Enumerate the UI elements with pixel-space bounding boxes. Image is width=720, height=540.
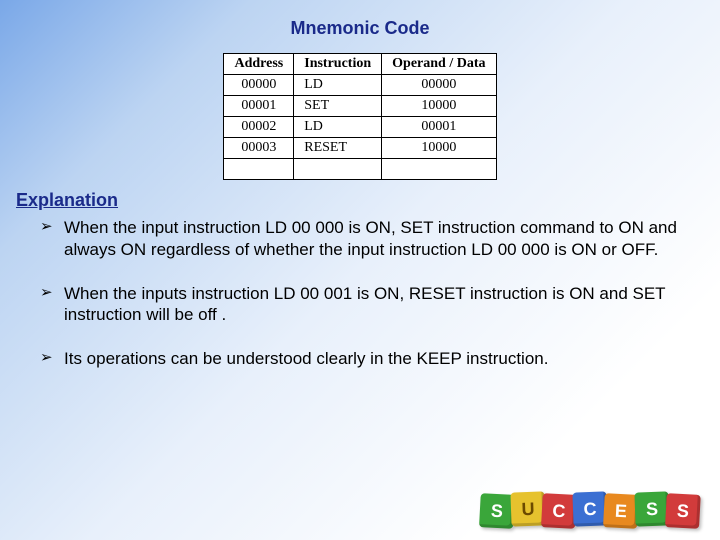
block-letter: E	[603, 493, 639, 529]
table-row: 00002 LD 00001	[224, 117, 496, 138]
table-row	[224, 159, 496, 180]
cell-address: 00000	[224, 75, 294, 96]
cell-instruction: SET	[294, 96, 382, 117]
explanation-heading: Explanation	[16, 190, 720, 211]
cell-operand: 10000	[382, 138, 496, 159]
list-item: When the inputs instruction LD 00 001 is…	[40, 283, 680, 327]
col-operand: Operand / Data	[382, 54, 496, 75]
table-row: 00001 SET 10000	[224, 96, 496, 117]
table-row: 00003 RESET 10000	[224, 138, 496, 159]
block-letter: C	[541, 493, 577, 529]
cell-address: 00003	[224, 138, 294, 159]
list-item: Its operations can be understood clearly…	[40, 348, 680, 370]
cell-operand: 00001	[382, 117, 496, 138]
page-title: Mnemonic Code	[0, 0, 720, 39]
cell-instruction: RESET	[294, 138, 382, 159]
col-instruction: Instruction	[294, 54, 382, 75]
cell-address	[224, 159, 294, 180]
mnemonic-table: Address Instruction Operand / Data 00000…	[223, 53, 496, 180]
table-row: 00000 LD 00000	[224, 75, 496, 96]
cell-operand: 00000	[382, 75, 496, 96]
col-address: Address	[224, 54, 294, 75]
cell-address: 00002	[224, 117, 294, 138]
cell-operand	[382, 159, 496, 180]
cell-address: 00001	[224, 96, 294, 117]
cell-instruction	[294, 159, 382, 180]
explanation-list: When the input instruction LD 00 000 is …	[40, 217, 680, 370]
cell-operand: 10000	[382, 96, 496, 117]
table-header-row: Address Instruction Operand / Data	[224, 54, 496, 75]
success-blocks-icon: S U C C E S S	[483, 492, 700, 526]
block-letter: S	[665, 493, 701, 529]
mnemonic-table-wrap: Address Instruction Operand / Data 00000…	[0, 53, 720, 180]
list-item: When the input instruction LD 00 000 is …	[40, 217, 680, 261]
block-letter: S	[479, 493, 515, 529]
cell-instruction: LD	[294, 117, 382, 138]
cell-instruction: LD	[294, 75, 382, 96]
